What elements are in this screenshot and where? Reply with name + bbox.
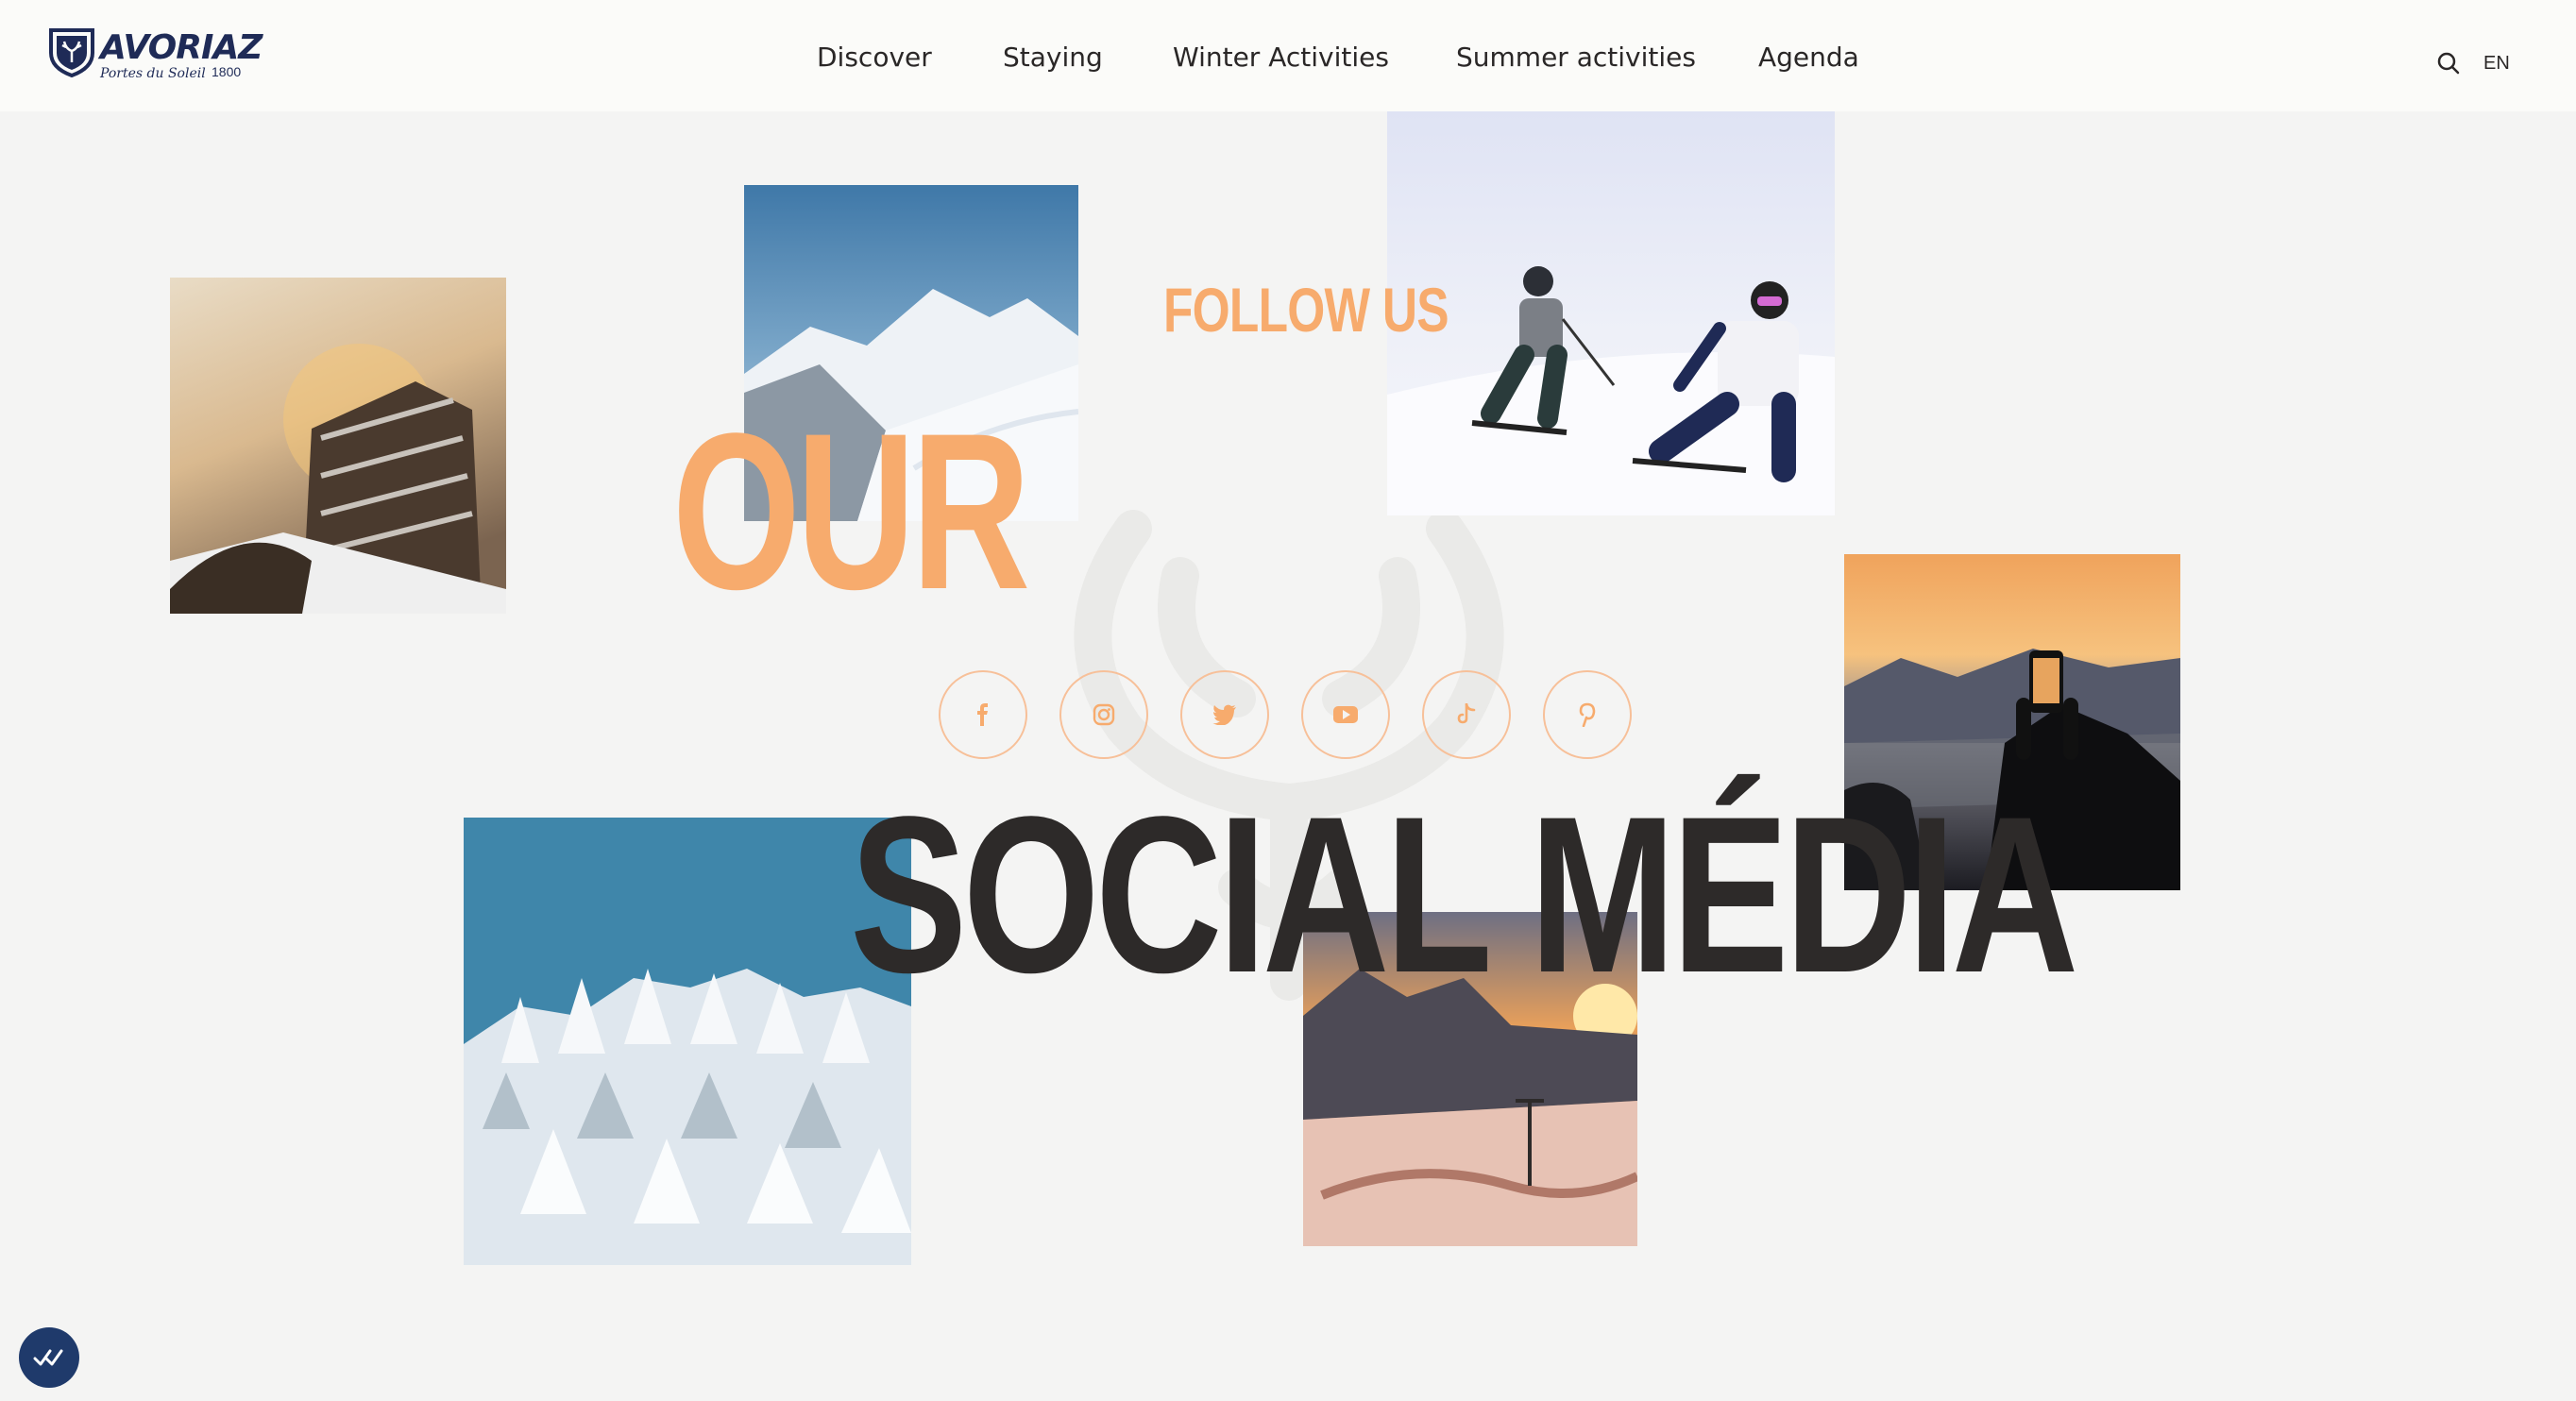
pinterest-icon bbox=[1579, 702, 1596, 727]
search-icon[interactable] bbox=[2436, 51, 2461, 76]
photo-snowy-forest[interactable] bbox=[464, 818, 911, 1265]
social-links bbox=[939, 670, 1637, 761]
tiktok-button[interactable] bbox=[1422, 670, 1511, 759]
nav-item-staying[interactable]: Staying bbox=[1003, 42, 1103, 73]
instagram-button[interactable] bbox=[1059, 670, 1148, 759]
site-header: AVORIAZ Portes du Soleil 1800 Discover S… bbox=[0, 0, 2576, 111]
language-switcher[interactable]: EN bbox=[2483, 53, 2510, 75]
nav-item-agenda[interactable]: Agenda bbox=[1758, 42, 1859, 73]
youtube-button[interactable] bbox=[1301, 670, 1390, 759]
nav-item-winter-activities[interactable]: Winter Activities bbox=[1173, 42, 1389, 73]
facebook-icon bbox=[977, 703, 988, 726]
facebook-button[interactable] bbox=[939, 670, 1027, 759]
title-our: OUR bbox=[672, 387, 1030, 636]
photo-skiers[interactable] bbox=[1387, 111, 1835, 515]
pinterest-button[interactable] bbox=[1543, 670, 1632, 759]
twitter-button[interactable] bbox=[1180, 670, 1269, 759]
photo-resort-building[interactable] bbox=[170, 278, 506, 614]
twitter-icon bbox=[1212, 704, 1236, 725]
accessibility-button[interactable] bbox=[19, 1327, 79, 1388]
tiktok-icon bbox=[1457, 703, 1476, 724]
youtube-icon bbox=[1333, 706, 1358, 723]
nav-item-summer-activities[interactable]: Summer activities bbox=[1456, 42, 1696, 73]
follow-us-kicker: FOLLOW US bbox=[1163, 275, 1449, 345]
title-social-media: SOCIAL MÉDIA bbox=[850, 770, 2078, 1020]
instagram-icon bbox=[1093, 703, 1115, 726]
main-nav: Discover Staying Winter Activities Summe… bbox=[0, 42, 2576, 79]
nav-item-discover[interactable]: Discover bbox=[817, 42, 932, 73]
checkmarks-icon bbox=[33, 1349, 63, 1366]
